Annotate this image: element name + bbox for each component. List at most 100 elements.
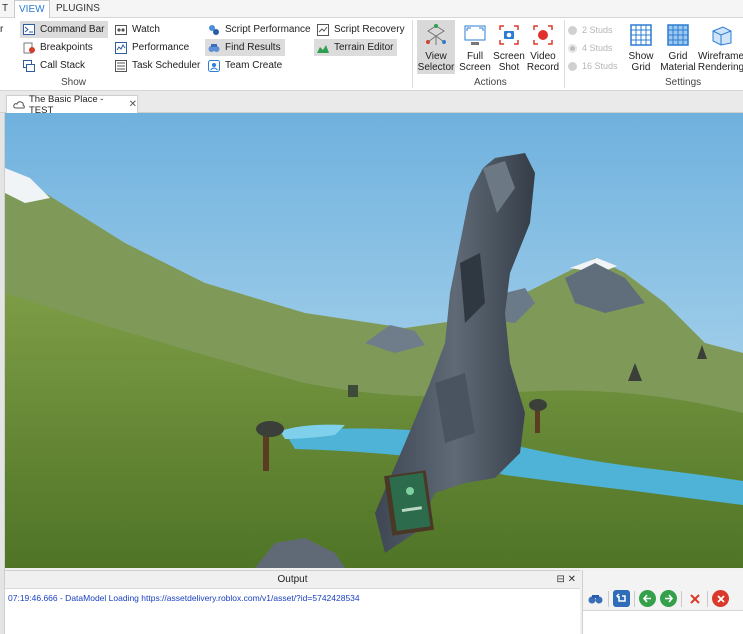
performance-button[interactable]: Performance [112, 39, 193, 56]
right-tool-panel [582, 570, 743, 634]
right-toolbar [587, 590, 729, 607]
tab-partial[interactable]: T [0, 0, 12, 18]
toolbar-divider [634, 590, 635, 607]
task-scheduler-label: Task Scheduler [132, 60, 201, 71]
toolbar-divider [608, 590, 609, 607]
close-tab-icon[interactable]: ✕ [129, 99, 137, 110]
script-performance-icon [208, 24, 220, 36]
video-record-button[interactable]: Video Record [525, 20, 561, 74]
terrain-editor-icon [317, 42, 329, 54]
show-grid-line2: Grid [631, 62, 651, 73]
3d-viewport[interactable] [5, 113, 743, 568]
document-tab-bar: The Basic Place - TEST ✕ [0, 91, 743, 116]
studs-2-option[interactable]: 2 Studs [568, 25, 613, 35]
full-screen-line2: Screen [459, 62, 491, 73]
view-selector-button[interactable]: View Selector [417, 20, 455, 74]
output-header: Output ⊟ ✕ [5, 571, 580, 589]
script-recovery-button[interactable]: Script Recovery [314, 21, 409, 38]
grid-material-line2: Material [660, 62, 696, 73]
script-recovery-label: Script Recovery [334, 24, 405, 35]
output-controls: ⊟ ✕ [556, 571, 576, 589]
performance-icon [115, 41, 127, 54]
grid-material-line1: Grid [668, 51, 688, 62]
terrain-editor-label: Terrain Editor [334, 42, 394, 53]
show-grid-button[interactable]: Show Grid [623, 20, 659, 74]
task-scheduler-icon [115, 59, 127, 72]
cloud-icon [13, 100, 25, 109]
screenshot-line2: Shot [498, 62, 520, 73]
toolbar-divider [707, 590, 708, 607]
video-record-line1: Video [530, 51, 556, 62]
tab-view[interactable]: VIEW [14, 0, 50, 19]
screenshot-line1: Screen [493, 51, 525, 62]
arrow-left-icon[interactable] [639, 590, 656, 607]
wireframe-line1: Wireframe [697, 51, 743, 62]
command-bar-button[interactable]: Command Bar [20, 21, 109, 38]
video-record-line2: Record [526, 62, 560, 73]
screenshot-button[interactable]: Screen Shot [491, 20, 527, 74]
show-grid-icon [628, 22, 654, 48]
team-create-label: Team Create [225, 60, 283, 71]
call-stack-icon [23, 59, 35, 72]
close-output-icon[interactable]: ✕ [568, 574, 576, 585]
stop-icon[interactable] [712, 590, 729, 607]
radio-icon [568, 61, 577, 71]
document-tab[interactable]: The Basic Place - TEST ✕ [6, 94, 138, 116]
undo-icon[interactable] [613, 590, 630, 607]
radio-icon [568, 43, 577, 53]
binoculars-icon[interactable] [587, 590, 604, 607]
watch-label: Watch [132, 24, 160, 35]
wireframe-button[interactable]: Wireframe Rendering [697, 20, 743, 74]
terrain-editor-button[interactable]: Terrain Editor [314, 39, 398, 56]
scene-render [5, 113, 743, 568]
settings-group-label: Settings [665, 77, 702, 88]
wireframe-icon [708, 22, 734, 48]
show-grid-line1: Show [628, 51, 654, 62]
show-group-label: Show [61, 77, 87, 88]
ribbon-separator [412, 20, 413, 88]
pin-icon[interactable]: ⊟ [556, 574, 564, 585]
full-screen-line1: Full [466, 51, 484, 62]
performance-label: Performance [132, 42, 190, 53]
studs-16-option[interactable]: 16 Studs [568, 61, 618, 71]
find-results-button[interactable]: Find Results [205, 39, 285, 56]
wireframe-line2: Rendering [697, 62, 743, 73]
arrow-right-icon[interactable] [660, 590, 677, 607]
watch-button[interactable]: Watch [112, 21, 164, 38]
toolbar-divider [681, 590, 682, 607]
breakpoints-icon [23, 42, 35, 54]
team-create-icon [208, 59, 220, 72]
output-log-line: 07:19:46.666 - DataModel Loading https:/… [8, 593, 360, 603]
studs-16-label: 16 Studs [582, 61, 618, 71]
right-panel-content [583, 610, 743, 634]
script-performance-button[interactable]: Script Performance [205, 21, 315, 38]
breakpoints-label: Breakpoints [40, 42, 93, 53]
ribbon-partial-item[interactable]: r [0, 21, 7, 38]
grid-material-button[interactable]: Grid Material [659, 20, 697, 74]
task-scheduler-button[interactable]: Task Scheduler [112, 57, 204, 74]
screenshot-icon [496, 22, 522, 48]
watch-icon [115, 24, 127, 36]
actions-group-label: Actions [474, 77, 507, 88]
view-selector-line2: Selector [417, 62, 455, 73]
tab-plugins[interactable]: PLUGINS [52, 0, 104, 18]
breakpoints-button[interactable]: Breakpoints [20, 39, 97, 56]
output-title: Output [277, 574, 308, 585]
ribbon-separator [564, 20, 565, 88]
command-bar-label: Command Bar [40, 24, 105, 35]
call-stack-button[interactable]: Call Stack [20, 57, 89, 74]
script-recovery-icon [317, 23, 329, 36]
studs-4-option[interactable]: 4 Studs [568, 43, 613, 53]
team-create-button[interactable]: Team Create [205, 57, 286, 74]
video-record-icon [530, 22, 556, 48]
full-screen-icon [462, 22, 488, 48]
output-panel: Output ⊟ ✕ 07:19:46.666 - DataModel Load… [5, 570, 580, 634]
delete-icon[interactable] [686, 590, 703, 607]
view-selector-line1: View [425, 51, 447, 62]
grid-material-icon [665, 22, 691, 48]
full-screen-button[interactable]: Full Screen [457, 20, 493, 74]
studs-4-label: 4 Studs [582, 43, 613, 53]
studio-window: T VIEW PLUGINS r Command Bar Breakpoints… [0, 0, 743, 634]
view-selector-icon [423, 22, 449, 48]
command-bar-icon [23, 24, 35, 36]
